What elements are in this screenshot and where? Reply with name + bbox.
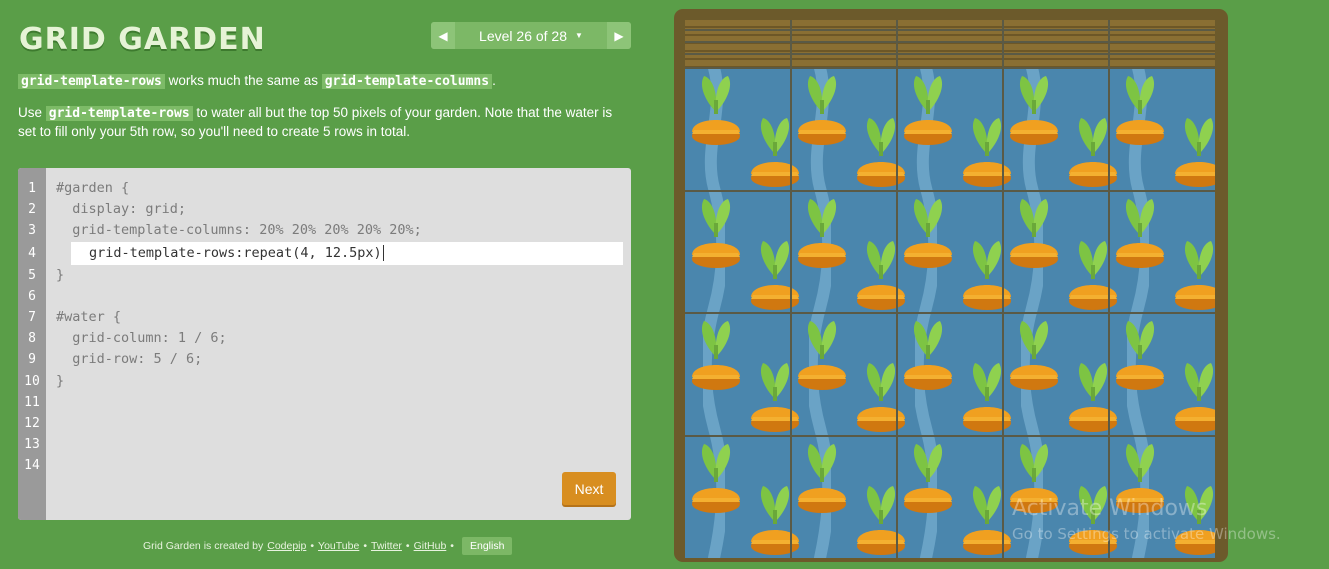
watermark-title: Activate Windows <box>1012 496 1208 521</box>
bullet-separator: • <box>310 540 315 552</box>
grid-line-horizontal <box>685 41 1215 43</box>
next-level-button[interactable]: ▶ <box>607 22 631 49</box>
code-keyword: grid-template-rows <box>45 106 193 121</box>
carrot-icon <box>904 198 952 268</box>
bullet-separator: • <box>450 540 454 552</box>
footer: Grid Garden is created by Codepip • YouT… <box>143 537 513 555</box>
grid-line-horizontal <box>685 312 1215 314</box>
grid-line-vertical <box>896 20 898 558</box>
code-line: } <box>56 266 65 283</box>
code-line: #garden { <box>56 180 130 196</box>
github-link[interactable]: GitHub <box>414 540 447 552</box>
line-number: 4 <box>28 245 36 261</box>
code-line: #water { <box>56 308 122 325</box>
twitter-link[interactable]: Twitter <box>371 540 402 552</box>
grid-line-vertical <box>1002 20 1004 558</box>
code-line: grid-column: 1 / 6; <box>56 330 227 347</box>
footer-credit-text: Grid Garden is created by <box>143 540 264 552</box>
grid-line-horizontal <box>685 67 1215 69</box>
line-number: 11 <box>24 394 40 410</box>
code-line: grid-row: 5 / 6; <box>56 351 203 368</box>
garden-soil <box>685 20 1215 68</box>
next-button[interactable]: Next <box>562 472 616 505</box>
carrot-icon <box>1010 76 1058 145</box>
carrot-icon <box>904 76 952 145</box>
line-number: 12 <box>24 415 40 431</box>
code-keyword: grid-template-rows <box>18 74 165 89</box>
instructions-paragraph-2: Use grid-template-rows to water all but … <box>18 104 633 141</box>
css-input-value: grid-template-rows:repeat(4, 12.5px) <box>89 244 382 261</box>
instruction-text: works much the same as <box>164 73 322 88</box>
level-indicator-dropdown[interactable]: Level 26 of 28 ▼ <box>455 22 607 49</box>
caret-down-icon: ▼ <box>575 31 583 40</box>
app-title: GRID GARDEN <box>19 22 266 57</box>
carrot-icon <box>692 198 740 268</box>
carrot-icon <box>1175 363 1215 432</box>
language-selector[interactable]: English <box>461 537 513 555</box>
bullet-separator: • <box>363 540 367 552</box>
carrot-icon <box>1116 76 1164 145</box>
line-number: 2 <box>28 202 36 218</box>
line-number: 14 <box>24 458 40 474</box>
instructions-paragraph-1: grid-template-rows works much the same a… <box>18 72 633 91</box>
garden-frame <box>674 9 1228 562</box>
line-number: 3 <box>28 223 36 239</box>
carrot-icon <box>1116 198 1164 268</box>
css-input-field[interactable]: grid-template-rows:repeat(4, 12.5px) <box>71 241 623 265</box>
carrot-icon <box>904 321 952 390</box>
carrot-icon <box>1116 321 1164 390</box>
code-line: grid-template-columns: 20% 20% 20% 20% 2… <box>56 222 422 239</box>
level-label: Level 26 of 28 <box>479 27 568 44</box>
line-number: 9 <box>28 352 36 368</box>
code-line: } <box>56 372 65 389</box>
watermark-subtitle: Go to Settings to activate Windows. <box>1012 525 1281 543</box>
grid-line-horizontal <box>685 53 1215 55</box>
carrot-icon <box>1010 321 1058 390</box>
grid-line-horizontal <box>685 29 1215 31</box>
bullet-separator: • <box>405 540 410 552</box>
carrot-icon <box>692 76 740 145</box>
triangle-left-icon: ◀ <box>438 28 448 43</box>
grid-line-vertical <box>1108 20 1110 558</box>
line-number: 1 <box>28 181 36 196</box>
carrot-icon <box>798 198 846 268</box>
line-number: 7 <box>28 309 36 325</box>
level-navigation: ◀ Level 26 of 28 ▼ ▶ <box>431 22 631 49</box>
code-area: #garden { display: grid; grid-template-c… <box>56 178 623 392</box>
line-number: 13 <box>24 437 40 453</box>
carrot-icon <box>692 443 740 513</box>
instruction-text: Use <box>18 105 46 120</box>
line-number: 10 <box>24 373 40 389</box>
codepip-link[interactable]: Codepip <box>267 540 306 552</box>
carrot-icon <box>798 76 846 145</box>
carrot-icon <box>1010 198 1058 268</box>
grid-line-vertical <box>790 20 792 558</box>
carrot-icon <box>692 321 740 390</box>
code-editor: 1 2 3 4 5 6 7 8 9 10 11 12 13 14 #garden { display: g… <box>18 168 631 520</box>
carrot-icon <box>798 321 846 390</box>
triangle-right-icon: ▶ <box>614 28 624 43</box>
line-number-gutter: 1 2 3 4 5 6 7 8 9 10 11 12 13 14 <box>18 168 46 520</box>
carrot-icon <box>798 443 846 513</box>
code-line: display: grid; <box>56 201 187 218</box>
instruction-text: . <box>492 73 496 88</box>
line-number: 8 <box>28 331 36 347</box>
windows-activation-watermark: Activate Windows Go to Settings to activ… <box>1012 496 1281 543</box>
line-number: 6 <box>28 288 36 304</box>
garden <box>685 20 1215 558</box>
grid-line-horizontal <box>685 189 1215 192</box>
line-number: 5 <box>28 267 36 283</box>
carrot-icon <box>904 443 952 513</box>
carrot-icon <box>1175 240 1215 310</box>
text-cursor <box>382 244 384 261</box>
previous-level-button[interactable]: ◀ <box>431 22 455 49</box>
grid-line-horizontal <box>685 434 1215 437</box>
carrot-icon <box>1175 118 1215 187</box>
youtube-link[interactable]: YouTube <box>318 540 359 552</box>
code-keyword: grid-template-columns <box>321 74 493 89</box>
